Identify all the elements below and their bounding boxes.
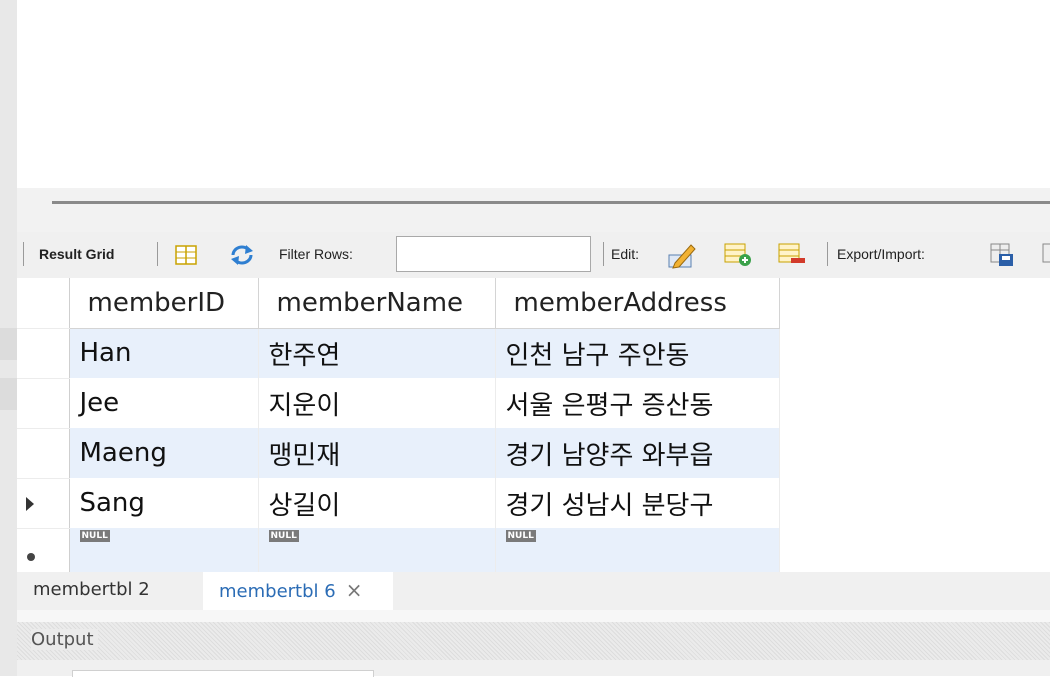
close-icon[interactable]: × <box>346 578 363 602</box>
toolbar-separator <box>827 242 828 266</box>
tab-membertbl-6[interactable]: membertbl 6 × <box>203 572 393 610</box>
column-header[interactable]: memberID <box>69 278 259 329</box>
refresh-icon[interactable] <box>229 244 255 266</box>
current-row-arrow-icon <box>26 496 34 511</box>
output-panel-header[interactable]: Output <box>17 622 1050 660</box>
result-tab-bar: membertbl 2 membertbl 6 × <box>17 572 1050 610</box>
gutter-marker <box>0 378 17 410</box>
grid-layout-icon[interactable] <box>175 245 197 265</box>
table-cell[interactable]: 경기 성남시 분당구 <box>495 478 780 528</box>
toolbar-separator <box>157 242 158 266</box>
table-cell[interactable]: NULL <box>258 528 496 574</box>
column-header[interactable]: memberName <box>258 278 496 329</box>
result-grid[interactable]: memberID memberName memberAddress Han 한주… <box>17 278 780 575</box>
table-cell[interactable]: 한주연 <box>258 328 496 378</box>
panel-gap <box>17 610 1050 622</box>
new-row[interactable]: NULL NULL NULL <box>17 528 780 575</box>
table-cell[interactable]: 경기 남양주 와부읍 <box>495 428 780 478</box>
table-cell[interactable]: Sang <box>69 478 259 528</box>
table-cell[interactable]: 서울 은평구 증산동 <box>495 378 780 428</box>
null-badge: NULL <box>79 530 110 542</box>
corner-cell[interactable] <box>17 278 70 329</box>
table-cell[interactable]: Maeng <box>69 428 259 478</box>
filter-rows-input[interactable] <box>396 236 591 272</box>
table-cell[interactable]: NULL <box>495 528 780 574</box>
result-grid-label[interactable]: Result Grid <box>39 246 114 262</box>
null-badge: NULL <box>505 530 536 542</box>
table-cell[interactable]: 지운이 <box>258 378 496 428</box>
row-header[interactable] <box>17 478 70 529</box>
sql-editor-area[interactable] <box>17 0 1050 188</box>
export-icon[interactable] <box>989 242 1015 268</box>
edit-pencil-icon[interactable] <box>667 241 697 269</box>
header-row: memberID memberName memberAddress <box>17 278 780 329</box>
null-badge: NULL <box>268 530 299 542</box>
splitter-handle[interactable] <box>52 201 1050 204</box>
column-header[interactable]: memberAddress <box>495 278 780 329</box>
table-cell[interactable]: 인천 남구 주안동 <box>495 328 780 378</box>
table-row[interactable]: Han 한주연 인천 남구 주안동 <box>17 328 780 379</box>
gutter-marker <box>0 328 17 360</box>
table-row[interactable]: Maeng 맹민재 경기 남양주 와부읍 <box>17 428 780 479</box>
table-cell[interactable]: Han <box>69 328 259 378</box>
output-label: Output <box>31 629 98 650</box>
row-header[interactable] <box>17 528 70 575</box>
filter-rows-label: Filter Rows: <box>279 246 353 262</box>
add-row-icon[interactable] <box>723 242 753 268</box>
toolbar-separator <box>23 242 24 266</box>
row-header[interactable] <box>17 328 70 379</box>
table-row[interactable]: Jee 지운이 서울 은평구 증산동 <box>17 378 780 429</box>
table-cell[interactable]: NULL <box>69 528 259 574</box>
tab-label: membertbl 6 <box>219 581 336 602</box>
left-gutter <box>0 0 17 676</box>
panel-splitter[interactable] <box>17 188 1050 232</box>
tab-label: membertbl 2 <box>33 579 150 600</box>
export-import-label: Export/Import: <box>837 246 925 262</box>
table-cell[interactable]: Jee <box>69 378 259 428</box>
tab-membertbl-2[interactable]: membertbl 2 <box>33 572 150 610</box>
toolbar-separator <box>603 242 604 266</box>
result-toolbar: Result Grid Filter Rows: Edit: Export/Im… <box>17 232 1050 278</box>
table-cell[interactable]: 맹민재 <box>258 428 496 478</box>
import-icon[interactable] <box>1041 242 1050 268</box>
row-header[interactable] <box>17 428 70 479</box>
new-row-marker-icon <box>27 552 35 561</box>
row-header[interactable] <box>17 378 70 429</box>
output-panel <box>17 660 1050 677</box>
table-cell[interactable]: 상길이 <box>258 478 496 528</box>
delete-row-icon[interactable] <box>777 242 807 268</box>
edit-label: Edit: <box>611 246 640 262</box>
table-row[interactable]: Sang 상길이 경기 성남시 분당구 <box>17 478 780 529</box>
